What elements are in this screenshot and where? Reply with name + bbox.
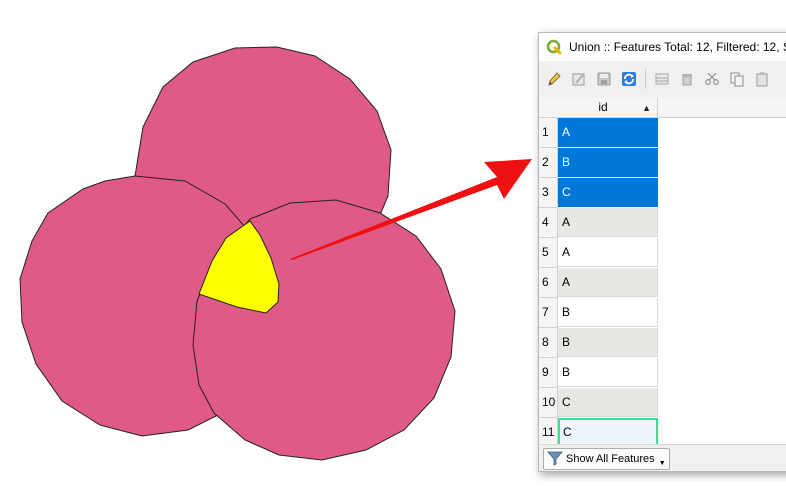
delete-icon[interactable] (676, 68, 698, 90)
multi-edit-icon[interactable] (568, 68, 590, 90)
id-cell[interactable]: A (558, 268, 658, 297)
row-number[interactable]: 5 (539, 238, 558, 268)
id-cell[interactable]: B (558, 328, 658, 357)
cut-icon[interactable] (701, 68, 723, 90)
row-number[interactable]: 4 (539, 208, 558, 238)
refresh-icon[interactable] (618, 68, 640, 90)
table-row[interactable]: 7B (539, 298, 658, 328)
column-header-label: id (598, 100, 608, 114)
row-number[interactable]: 10 (539, 388, 558, 418)
show-all-features-button[interactable]: Show All Features ▼ (543, 448, 670, 470)
sort-ascending-icon: ▲ (642, 103, 651, 113)
table-row[interactable]: 2B (539, 148, 658, 178)
id-cell[interactable]: B (558, 358, 658, 387)
table-row[interactable]: 6A (539, 268, 658, 298)
table-row[interactable]: 8B (539, 328, 658, 358)
row-number[interactable]: 6 (539, 268, 558, 298)
row-number[interactable]: 1 (539, 118, 558, 148)
id-cell[interactable]: C (558, 388, 658, 417)
copy-icon[interactable] (726, 68, 748, 90)
window-title: Union :: Features Total: 12, Filtered: 1… (569, 40, 786, 54)
table-row[interactable]: 4A (539, 208, 658, 238)
table-row[interactable]: 3C (539, 178, 658, 208)
row-number[interactable]: 7 (539, 298, 558, 328)
window-titlebar[interactable]: Union :: Features Total: 12, Filtered: 1… (539, 33, 786, 61)
add-feature-icon[interactable] (651, 68, 673, 90)
attribute-grid[interactable]: id ▲ 1 A 2 B 3 C 4 A 5 A 6 A 7 B 8 B 9 B 10 C 11 C (539, 97, 786, 448)
save-icon[interactable] (593, 68, 615, 90)
table-row[interactable]: 10 C (539, 388, 658, 418)
filter-funnel-icon (547, 450, 563, 469)
table-row[interactable]: 5A (539, 238, 658, 268)
attribute-table-window[interactable]: Union :: Features Total: 12, Filtered: 1… (538, 32, 786, 472)
filter-label: Show All Features (566, 453, 655, 465)
id-cell[interactable]: A (558, 118, 658, 147)
qgis-logo-icon (546, 39, 562, 55)
table-row[interactable]: 9B (539, 358, 658, 388)
row-number[interactable]: 9 (539, 358, 558, 388)
column-header-id[interactable]: id ▲ (557, 97, 658, 118)
row-number[interactable]: 3 (539, 178, 558, 208)
id-cell[interactable]: B (558, 148, 658, 177)
id-cell[interactable]: C (558, 178, 658, 207)
table-footer: Show All Features ▼ (539, 444, 786, 471)
dropdown-arrow-icon: ▼ (658, 460, 666, 467)
table-row[interactable]: 1A (539, 118, 658, 148)
row-number[interactable]: 2 (539, 148, 558, 178)
id-cell[interactable]: A (558, 208, 658, 237)
id-cell[interactable]: A (558, 238, 658, 267)
header-filler (658, 97, 786, 118)
toolbar-separator (645, 69, 646, 89)
id-cell[interactable]: C (558, 418, 658, 447)
grid-corner[interactable] (539, 97, 558, 118)
attribute-toolbar (539, 61, 786, 97)
paste-icon[interactable] (751, 68, 773, 90)
row-number[interactable]: 8 (539, 328, 558, 358)
id-cell[interactable]: B (558, 298, 658, 327)
pencil-icon[interactable] (543, 68, 565, 90)
